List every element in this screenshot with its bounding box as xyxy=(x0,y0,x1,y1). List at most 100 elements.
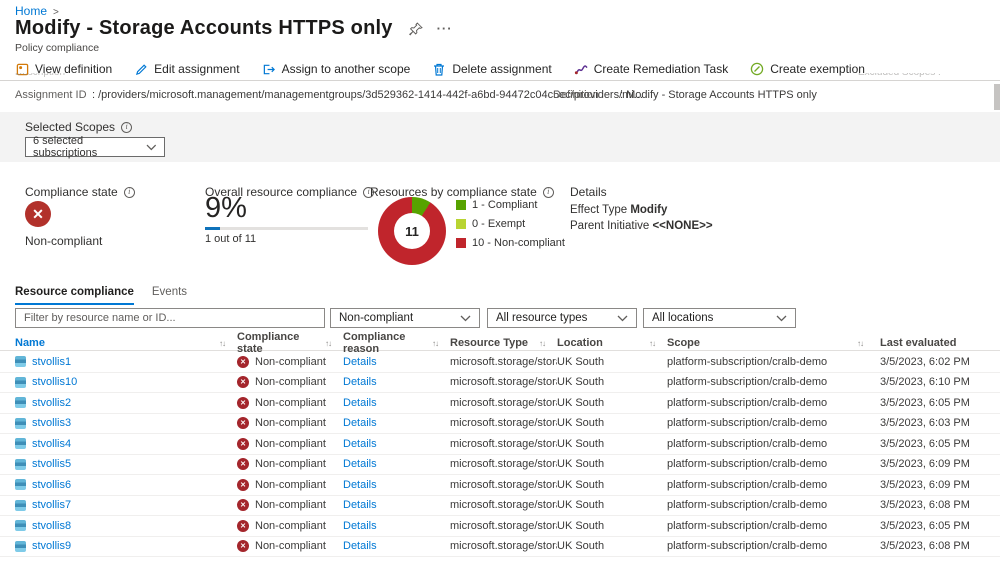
details-link[interactable]: Details xyxy=(343,438,377,450)
location-cell: UK South xyxy=(557,499,667,511)
scope-cell: platform-subscription/cralb-demo xyxy=(667,499,875,511)
scope-cell: platform-subscription/cralb-demo xyxy=(667,520,875,532)
table-row[interactable]: stvollis9 ✕ Non-compliant Details micros… xyxy=(0,537,1000,558)
details-label: Details xyxy=(570,185,713,199)
compliance-progress-fill xyxy=(205,227,220,230)
legend-item-noncompliant: 10 - Non-compliant xyxy=(456,237,565,249)
compliance-state-cell: ✕ Non-compliant xyxy=(237,397,343,409)
resource-name-link[interactable]: stvollis7 xyxy=(32,499,71,511)
compliance-reason-cell: Details xyxy=(343,376,450,388)
sort-icon[interactable]: ↑↓ xyxy=(539,339,545,348)
overall-compliance-caption: 1 out of 11 xyxy=(205,233,256,245)
sort-icon[interactable]: ↑↓ xyxy=(219,339,225,348)
name-cell: stvollis8 xyxy=(15,520,237,532)
details-link[interactable]: Details xyxy=(343,458,377,470)
table-row[interactable]: stvollis1 ✕ Non-compliant Details micros… xyxy=(0,352,1000,373)
details-link[interactable]: Details xyxy=(343,479,377,491)
non-compliant-icon: ✕ xyxy=(237,438,249,450)
compliance-state-cell: ✕ Non-compliant xyxy=(237,458,343,470)
details-link[interactable]: Details xyxy=(343,356,377,368)
parent-initiative-label: Parent Initiative xyxy=(570,220,649,232)
more-options-button[interactable]: ··· xyxy=(437,21,453,36)
details-section: Details Effect Type Modify Parent Initia… xyxy=(570,185,713,233)
location-cell: UK South xyxy=(557,520,667,532)
clipped-excluded-scopes-label: Excluded Scopes : xyxy=(858,73,941,78)
compliance-reason-cell: Details xyxy=(343,458,450,470)
name-cell: stvollis9 xyxy=(15,540,237,552)
assignment-info-row: Assignment ID : /providers/microsoft.man… xyxy=(0,89,1000,105)
location-filter-dropdown[interactable]: All locations xyxy=(643,308,796,328)
resource-name-link[interactable]: stvollis10 xyxy=(32,376,77,388)
table-row[interactable]: stvollis2 ✕ Non-compliant Details micros… xyxy=(0,393,1000,414)
resource-name-link[interactable]: stvollis5 xyxy=(32,458,71,470)
resource-type-filter-dropdown[interactable]: All resource types xyxy=(487,308,637,328)
column-label: Scope xyxy=(667,337,700,349)
sort-icon[interactable]: ↑↓ xyxy=(325,339,331,348)
storage-account-icon xyxy=(15,459,26,470)
compliance-state-text: Non-compliant xyxy=(255,458,326,470)
resource-name-link[interactable]: stvollis1 xyxy=(32,356,71,368)
compliance-state-cell: ✕ Non-compliant xyxy=(237,479,343,491)
resource-type-filter-value: All resource types xyxy=(496,312,587,324)
tab-events[interactable]: Events xyxy=(152,286,187,305)
table-row[interactable]: stvollis5 ✕ Non-compliant Details micros… xyxy=(0,455,1000,476)
details-link[interactable]: Details xyxy=(343,417,377,429)
table-row[interactable]: stvollis6 ✕ Non-compliant Details micros… xyxy=(0,475,1000,496)
info-icon: i xyxy=(124,187,135,198)
compliance-state-filter-dropdown[interactable]: Non-compliant xyxy=(330,308,480,328)
location-cell: UK South xyxy=(557,376,667,388)
resource-name-link[interactable]: stvollis4 xyxy=(32,438,71,450)
resource-type-cell: microsoft.storage/storag... xyxy=(450,458,557,470)
resource-name-link[interactable]: stvollis2 xyxy=(32,397,71,409)
info-icon: i xyxy=(121,122,132,133)
sort-icon[interactable]: ↑↓ xyxy=(649,339,655,348)
table-row[interactable]: stvollis4 ✕ Non-compliant Details micros… xyxy=(0,434,1000,455)
table-body: stvollis1 ✕ Non-compliant Details micros… xyxy=(0,352,1000,557)
storage-account-icon xyxy=(15,438,26,449)
table-row[interactable]: stvollis10 ✕ Non-compliant Details micro… xyxy=(0,373,1000,394)
resource-name-link[interactable]: stvollis6 xyxy=(32,479,71,491)
pin-icon[interactable] xyxy=(409,22,423,36)
compliance-state-text: Non-compliant xyxy=(255,499,326,511)
sort-icon[interactable]: ↑↓ xyxy=(857,339,863,348)
table-row[interactable]: stvollis8 ✕ Non-compliant Details micros… xyxy=(0,516,1000,537)
tab-resource-compliance[interactable]: Resource compliance xyxy=(15,286,134,305)
resource-name-link[interactable]: stvollis9 xyxy=(32,540,71,552)
location-cell: UK South xyxy=(557,356,667,368)
resource-name-link[interactable]: stvollis8 xyxy=(32,520,71,532)
toolbar-divider xyxy=(0,80,1000,81)
chevron-down-icon xyxy=(617,315,628,322)
non-compliant-state-icon: ✕ xyxy=(25,201,51,227)
compliance-reason-cell: Details xyxy=(343,520,450,532)
storage-account-icon xyxy=(15,500,26,511)
sort-icon[interactable]: ↑↓ xyxy=(432,339,438,348)
non-compliant-icon: ✕ xyxy=(237,376,249,388)
details-link[interactable]: Details xyxy=(343,397,377,409)
selected-scopes-dropdown[interactable]: 6 selected subscriptions xyxy=(25,137,165,157)
page-title: Modify - Storage Accounts HTTPS only xyxy=(15,17,393,40)
resource-filter-input[interactable] xyxy=(15,308,325,328)
compliance-state-cell: ✕ Non-compliant xyxy=(237,356,343,368)
breadcrumb-home-link[interactable]: Home xyxy=(15,4,47,18)
resources-chart-label: Resources by compliance state i xyxy=(370,185,554,199)
legend-item-compliant: 1 - Compliant xyxy=(456,199,565,211)
details-link[interactable]: Details xyxy=(343,540,377,552)
compliance-state-text: Non-compliant xyxy=(255,356,326,368)
table-row[interactable]: stvollis7 ✕ Non-compliant Details micros… xyxy=(0,496,1000,517)
resources-chart-text: Resources by compliance state xyxy=(370,185,537,199)
effect-type-value: Modify xyxy=(630,204,667,216)
resource-type-cell: microsoft.storage/storag... xyxy=(450,417,557,429)
compliance-reason-cell: Details xyxy=(343,499,450,511)
scrollbar-thumb[interactable] xyxy=(994,84,1000,110)
table-row[interactable]: stvollis3 ✕ Non-compliant Details micros… xyxy=(0,414,1000,435)
details-link[interactable]: Details xyxy=(343,499,377,511)
last-evaluated-cell: 3/5/2023, 6:09 PM xyxy=(875,458,1000,470)
details-link[interactable]: Details xyxy=(343,376,377,388)
last-evaluated-cell: 3/5/2023, 6:05 PM xyxy=(875,397,1000,409)
details-link[interactable]: Details xyxy=(343,520,377,532)
compliance-state-cell: ✕ Non-compliant xyxy=(237,540,343,552)
last-evaluated-cell: 3/5/2023, 6:10 PM xyxy=(875,376,1000,388)
resource-name-link[interactable]: stvollis3 xyxy=(32,417,71,429)
non-compliant-icon: ✕ xyxy=(237,458,249,470)
non-compliant-icon: ✕ xyxy=(237,520,249,532)
